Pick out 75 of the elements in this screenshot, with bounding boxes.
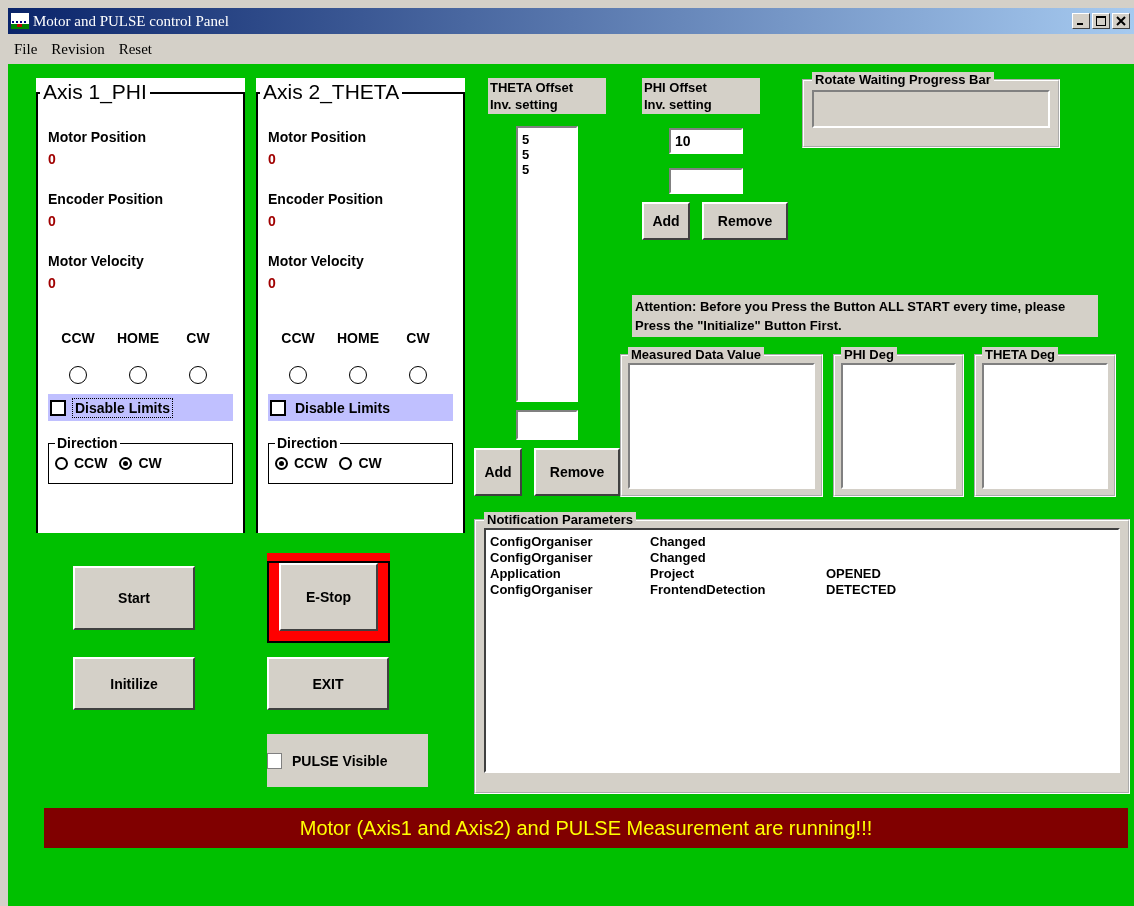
input-field[interactable] [516,410,578,440]
reading-label: Motor Position [48,128,147,146]
button[interactable]: Add [642,202,690,240]
minimize-button[interactable] [1072,13,1090,29]
status-banner: Motor (Axis1 and Axis2) and PULSE Measurement are running!!! [44,808,1128,848]
button[interactable]: Add [474,448,522,496]
reading-value: 0 [268,274,277,292]
reading-value: 0 [48,212,57,230]
group-title: PHI Deg [841,347,897,363]
attention-note: Attention: Before you Press the Button ALL START every time, please Press the "Initialize" Button First. [632,295,1098,337]
list-item[interactable]: 5 [522,147,572,162]
minimize-icon [1076,23,1083,25]
button[interactable]: Initilize [73,657,195,710]
maximize-button[interactable] [1092,13,1110,29]
reading-value: 0 [268,212,277,230]
reading-label: Motor Velocity [48,252,145,270]
reading-value: 0 [268,150,277,168]
menu-item[interactable]: File [12,40,40,58]
button[interactable]: EXIT [267,657,389,710]
button[interactable]: Remove [702,202,788,240]
input-field[interactable] [669,168,743,194]
menu-item[interactable]: Revision [49,40,107,58]
notification-cell-text: ConfigOrganiser [490,550,594,566]
limit-label: CCW [281,330,315,346]
limit-label: CW [406,330,430,346]
list-item[interactable]: 5 [522,162,572,177]
maximize-icon [1096,16,1106,26]
reading-value: 0 [48,150,57,168]
radio-label[interactable]: CW [358,455,382,471]
radio-label[interactable]: CCW [294,455,328,471]
notification-cell-text: Changed [650,534,707,550]
notification-cell-text: Project [650,566,696,582]
window-title: Motor and PULSE control Panel [33,12,230,30]
setting-label: THETA Offset Inv. setting [488,78,606,114]
group-title: Rotate Waiting Progress Bar [812,72,994,88]
reading-label: Motor Velocity [268,252,365,270]
notification-cell-text: ConfigOrganiser [490,534,594,550]
checkbox-label[interactable]: Disable Limits [72,397,173,418]
radio-label[interactable]: CW [138,455,162,471]
list-box[interactable]: 5 5 5 [516,126,578,402]
reading-label: Encoder Position [268,190,385,208]
group-title: Direction [56,435,119,451]
notification-cell-text: ConfigOrganiser [490,582,594,598]
group-title: THETA Deg [982,347,1059,363]
close-button[interactable] [1112,13,1130,29]
limit-label: CCW [61,330,95,346]
button[interactable]: Remove [534,448,620,496]
notification-cell-text: Changed [650,550,707,566]
limit-label: CW [186,330,210,346]
list-item[interactable]: 5 [522,132,572,147]
radio-label[interactable]: CCW [74,455,108,471]
limit-label: HOME [337,330,379,346]
checkbox[interactable] [270,399,286,416]
radio-button[interactable] [339,456,353,470]
limit-label: HOME [117,330,159,346]
reading-label: Motor Position [268,128,367,146]
setting-label: PHI Offset Inv. setting [642,78,760,114]
app-icon [11,13,29,29]
checkbox[interactable] [50,399,66,416]
notification-cell-text: FrontendDetection [650,582,767,598]
input-field[interactable]: 10 [669,128,743,154]
radio-button[interactable] [119,456,133,470]
radio-button[interactable] [275,456,288,470]
close-icon [1116,16,1126,26]
reading-value: 0 [48,274,57,292]
button[interactable]: Start [73,566,195,630]
radio-button[interactable] [55,456,68,470]
notification-cell-text: OPENED [826,566,882,582]
notification-cell-text: DETECTED [826,582,898,598]
group-title: Direction [276,435,339,451]
emergency-stop-button[interactable]: E-Stop [267,561,390,643]
reading-label: Encoder Position [48,190,165,208]
menu-item[interactable]: Reset [116,40,154,58]
notification-cell-text: Application [490,566,562,582]
checkbox-control[interactable]: PULSE Visible [267,734,428,787]
